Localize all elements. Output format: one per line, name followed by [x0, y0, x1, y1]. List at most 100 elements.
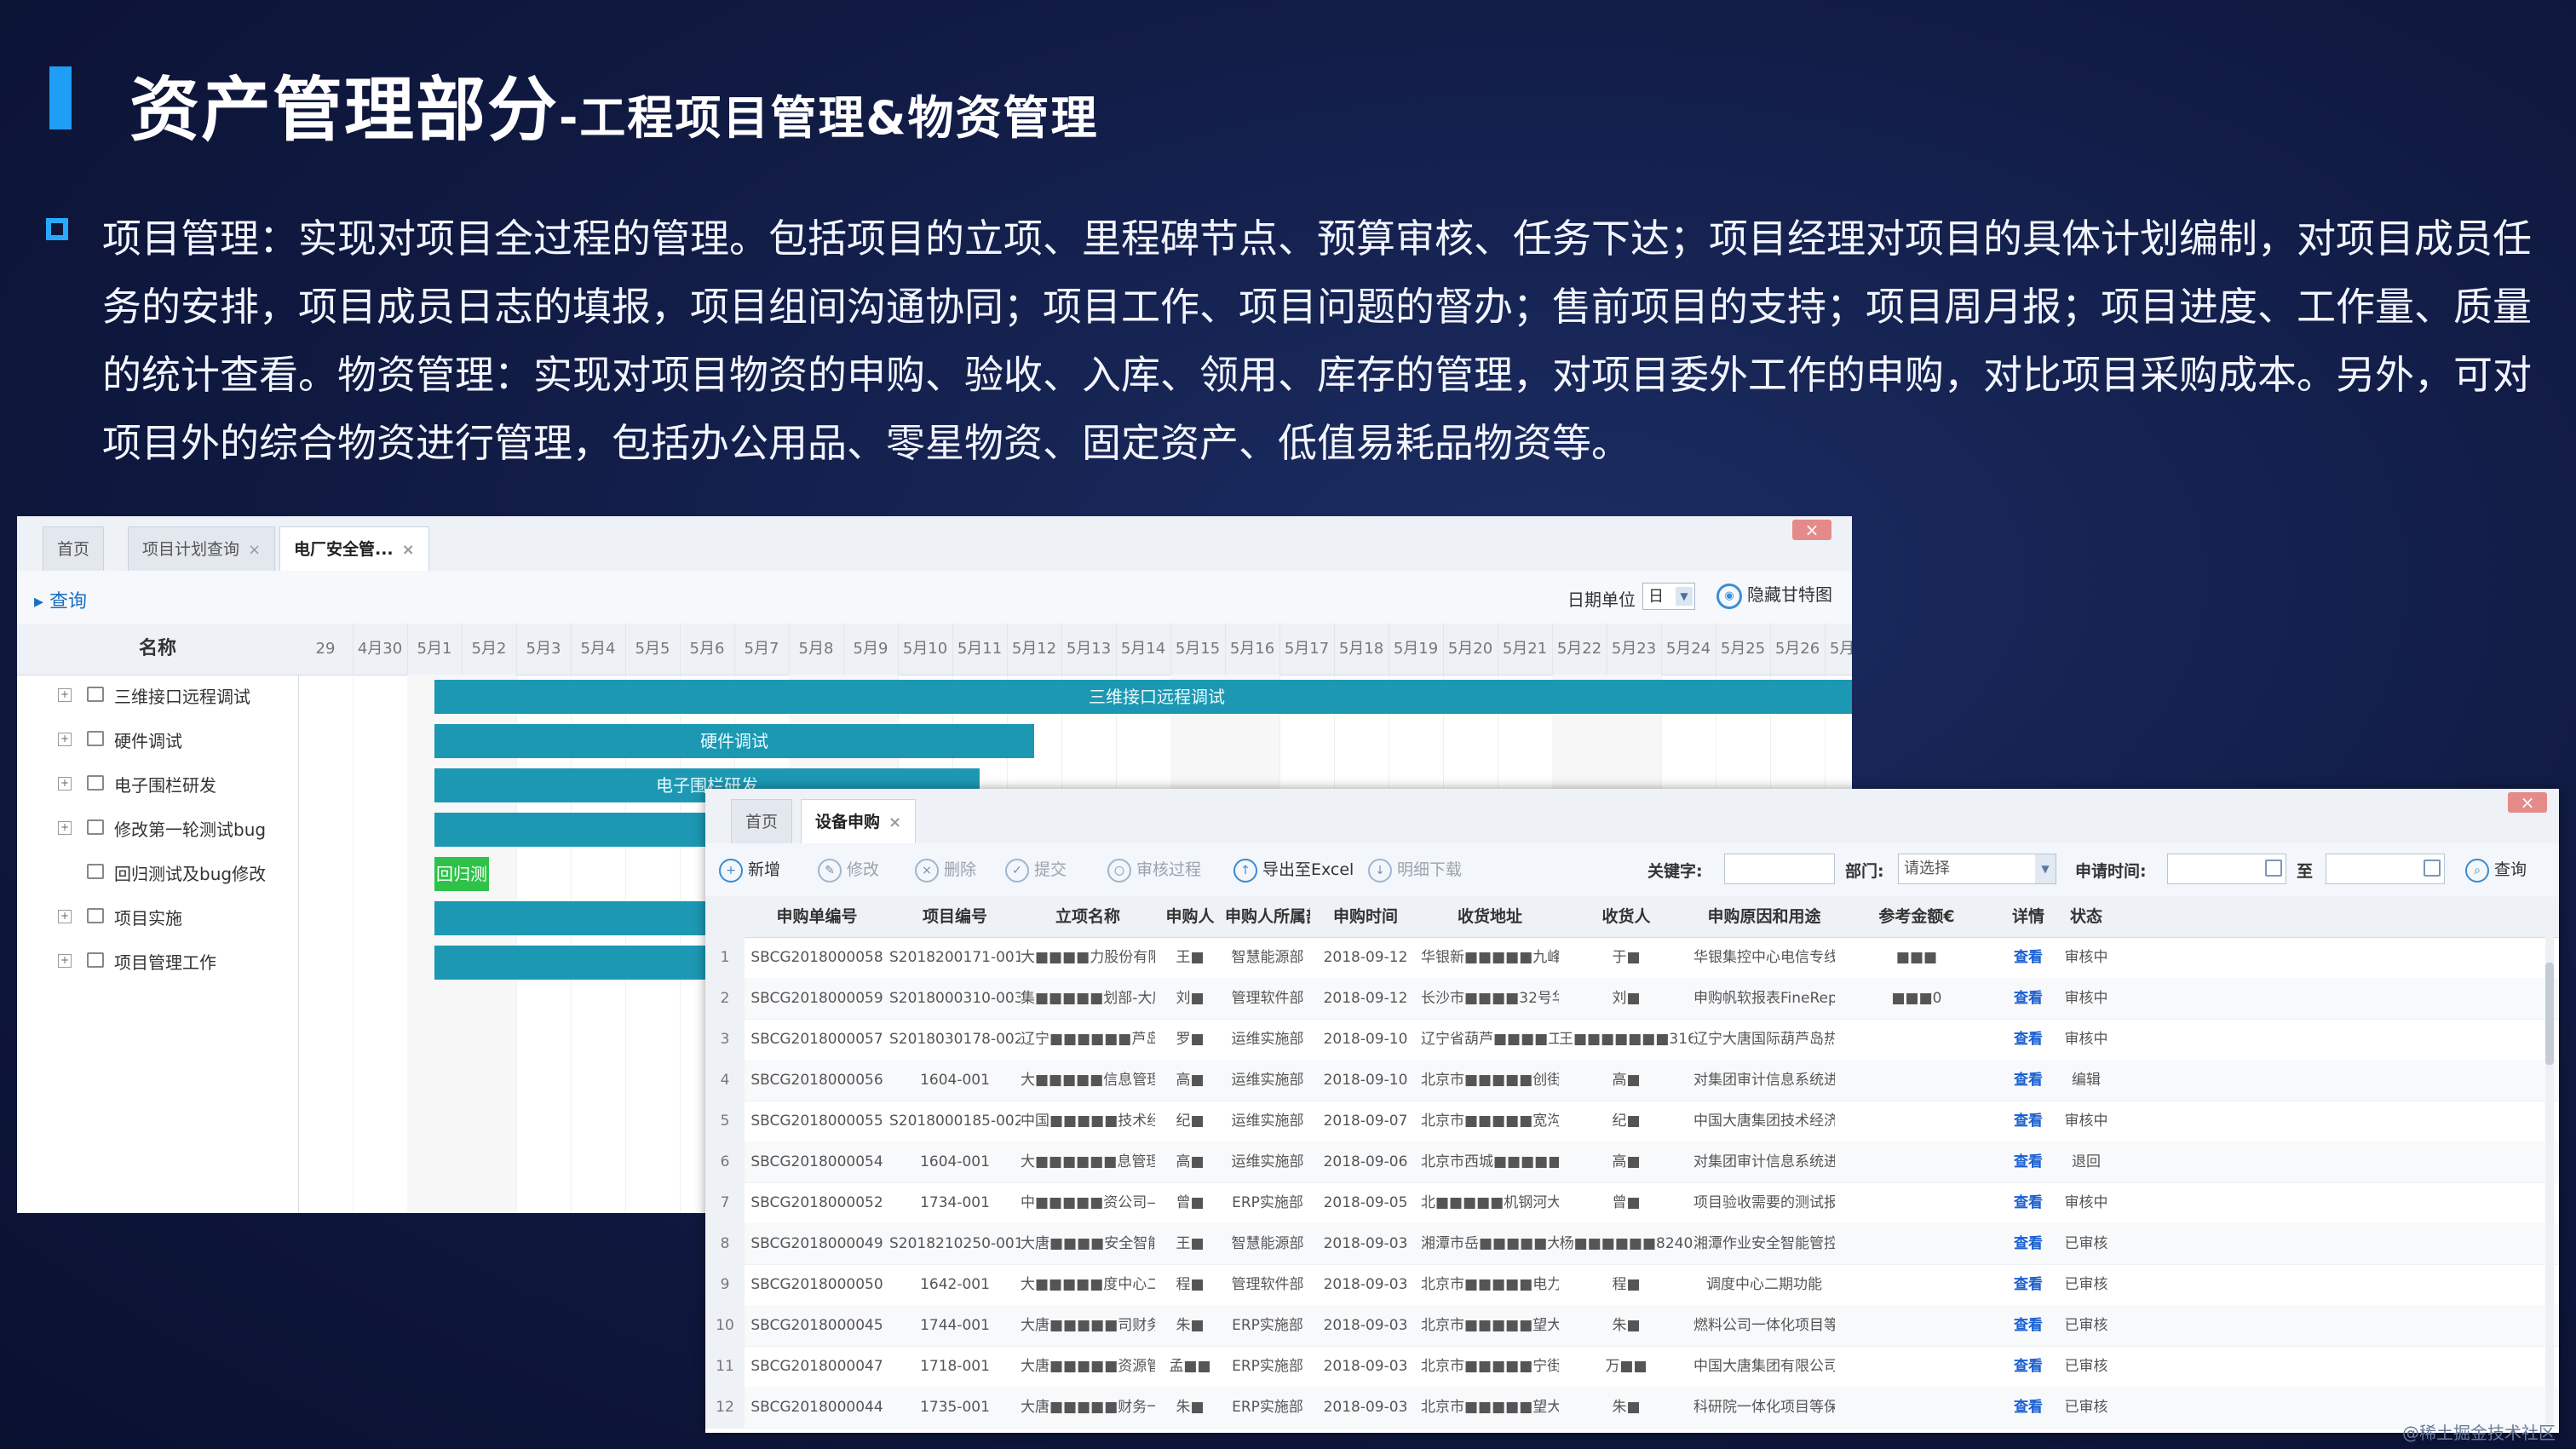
table-row[interactable]: 9 SBCG2018000050 1642-001 大■■■■■度中心二… 程■ 管理软件… — [705, 1264, 2559, 1306]
date-header: 29 4月30 5月1 5月2 5月3 5月4 5月5 5月6 5月7 5月8 5月9 5月10 5月1… — [298, 624, 1852, 676]
column-header[interactable]: 详情 — [1998, 896, 2058, 937]
date-header-cell: 5月12 — [1007, 624, 1062, 675]
expand-icon[interactable]: + — [58, 688, 72, 702]
table-row[interactable]: 12 SBCG2018000044 1735-001 大唐■■■■■财务一体… 朱■ ER… — [705, 1387, 2559, 1429]
tab-project-plan-query[interactable]: 项目计划查询 × — [128, 526, 276, 571]
expand-icon[interactable]: + — [58, 733, 72, 746]
date-unit-select[interactable]: 日 ▼ — [1642, 583, 1695, 610]
close-icon[interactable]: × — [248, 541, 261, 559]
view-details-link[interactable]: 查看 — [1998, 1387, 2058, 1428]
view-details-link[interactable]: 查看 — [1998, 1019, 2058, 1060]
toolbar-button-6[interactable]: ↓ 明细下载 — [1368, 857, 1462, 883]
toolbar-button-3[interactable]: ✓ 提交 — [1005, 857, 1067, 883]
column-header[interactable] — [705, 896, 745, 937]
department-select[interactable]: 请选择 ▼ — [1898, 854, 2056, 884]
expand-icon[interactable]: + — [58, 777, 72, 791]
calendar-icon[interactable] — [2424, 860, 2441, 877]
table-row[interactable]: 7 SBCG2018000052 1734-001 中■■■■■资公司—… 曾■ ERP实… — [705, 1182, 2559, 1224]
toolbar-button-1[interactable]: ✎ 修改 — [818, 857, 879, 883]
task-label: 项目管理工作 — [114, 952, 216, 973]
date-header-cell: 5月13 — [1061, 624, 1117, 675]
table-row[interactable]: 1 SBCG2018000058 S2018200171-001 大■■■■力股份有限… — [705, 937, 2559, 979]
view-details-link[interactable]: 查看 — [1998, 978, 2058, 1019]
gantt-bar[interactable]: 三维接口远程调试 — [434, 680, 1852, 714]
view-details-link[interactable]: 查看 — [1998, 1305, 2058, 1346]
title-sub: -工程项目管理&物资管理 — [559, 91, 1099, 145]
tab-home[interactable]: 首页 — [43, 526, 105, 571]
tab-plant-safety[interactable]: 电厂安全管... × — [279, 526, 429, 571]
column-header[interactable]: 申购单编号 — [745, 896, 889, 937]
task-row[interactable]: + 项目实施 — [17, 896, 298, 940]
table-cell: 北京市■■■■■电力研科… — [1421, 1276, 1559, 1293]
table-row[interactable]: 3 SBCG2018000057 S2018030178-002 辽宁■■■■■■芦岛… — [705, 1019, 2559, 1061]
task-row[interactable]: + 硬件调试 — [17, 719, 298, 763]
gantt-bar[interactable]: 回归测 — [434, 857, 489, 891]
task-label: 三维接口远程调试 — [114, 687, 250, 707]
table-cell: S2018200171-001 — [889, 949, 1021, 966]
task-row[interactable]: 回归测试及bug修改 — [17, 852, 298, 896]
task-row[interactable]: + 电子围栏研发 — [17, 763, 298, 808]
search-button[interactable]: ⌕ 查询 — [2465, 857, 2527, 883]
view-details-link[interactable]: 查看 — [1998, 1060, 2058, 1101]
window-close-icon[interactable]: × — [1792, 520, 1831, 540]
toolbar-button-2[interactable]: × 删除 — [915, 857, 976, 883]
column-header[interactable]: 申购时间 — [1310, 896, 1421, 937]
table-row[interactable]: 10 SBCG2018000045 1744-001 大唐■■■■■司财务与… 朱■ ER… — [705, 1305, 2559, 1347]
task-row[interactable]: + 修改第一轮测试bug — [17, 808, 298, 852]
table-cell: 华银新■■■■■九峰… — [1421, 949, 1559, 966]
gantt-bar[interactable]: 硬件调试 — [434, 724, 1034, 758]
column-header[interactable]: 项目编号 — [889, 896, 1021, 937]
keyword-input[interactable] — [1724, 854, 1835, 884]
view-details-link[interactable]: 查看 — [1998, 1101, 2058, 1141]
column-header[interactable]: 收货人 — [1559, 896, 1693, 937]
expand-icon[interactable]: + — [58, 910, 72, 923]
table-cell: 管理软件部 — [1231, 1276, 1304, 1293]
table-cell: 智慧能源部 — [1231, 949, 1304, 966]
column-header[interactable]: 申购人所属部门 — [1225, 896, 1310, 937]
column-header[interactable]: 申购原因和用途 — [1693, 896, 1835, 937]
table-cell — [1835, 1346, 1998, 1387]
hide-gantt-button[interactable]: ◉ 隐藏甘特图 — [1716, 581, 1832, 609]
view-details-link[interactable]: 查看 — [1998, 1182, 2058, 1223]
expand-icon[interactable]: + — [58, 954, 72, 968]
close-icon[interactable]: × — [888, 814, 901, 831]
table-cell: 集■■■■■划部-大唐集团… — [1021, 990, 1155, 1007]
table-row[interactable]: 4 SBCG2018000056 1604-001 大■■■■■信息管理系… 高■ 运维实… — [705, 1060, 2559, 1101]
end-date-input[interactable] — [2326, 854, 2445, 884]
toolbar-button-5[interactable]: ↑ 导出至Excel — [1233, 857, 1354, 883]
scrollbar-thumb[interactable] — [2545, 963, 2554, 1065]
view-details-link[interactable]: 查看 — [1998, 937, 2058, 978]
view-details-link[interactable]: 查看 — [1998, 1223, 2058, 1264]
column-header[interactable]: 收货地址 — [1421, 896, 1559, 937]
table-row[interactable]: 11 SBCG2018000047 1718-001 大唐■■■■■资源管理系… 孟■■… — [705, 1346, 2559, 1388]
column-header[interactable]: 申购人 — [1155, 896, 1225, 937]
view-details-link[interactable]: 查看 — [1998, 1264, 2058, 1305]
folder-icon — [87, 908, 104, 923]
table-row[interactable]: 5 SBCG2018000055 S2018000185-002 中国■■■■■技术经… — [705, 1101, 2559, 1142]
window-close-icon[interactable]: × — [2508, 792, 2547, 813]
table-row[interactable]: 6 SBCG2018000054 1604-001 大■■■■■■息管理系… 高■ 运维实… — [705, 1141, 2559, 1183]
column-header[interactable]: 立项名称 — [1021, 896, 1155, 937]
toolbar-icon: ✎ — [818, 858, 842, 883]
tab-equipment-purchase[interactable]: 设备申购 × — [801, 799, 917, 843]
tab-home[interactable]: 首页 — [731, 799, 793, 843]
vertical-scrollbar[interactable] — [2545, 937, 2554, 1424]
column-header[interactable]: 状态 — [2058, 896, 2114, 937]
table-row[interactable]: 8 SBCG2018000049 S2018210250-001 大唐■■■■安全智能… — [705, 1223, 2559, 1265]
table-cell: SBCG2018000044 — [750, 1399, 883, 1416]
close-icon[interactable]: × — [402, 541, 415, 559]
view-details-link[interactable]: 查看 — [1998, 1346, 2058, 1387]
table-cell: 纪■ — [1612, 1113, 1641, 1130]
table-row[interactable]: 2 SBCG2018000059 S2018000310-003 集■■■■■划部-大… — [705, 978, 2559, 1020]
column-header[interactable]: 参考金额€ — [1835, 896, 1998, 937]
task-row[interactable]: + 项目管理工作 — [17, 940, 298, 985]
toolbar-button-0[interactable]: + 新增 — [719, 857, 780, 883]
view-details-link[interactable]: 查看 — [1998, 1141, 2058, 1182]
query-link[interactable]: ▸ 查询 — [34, 586, 87, 613]
table-cell: 北京市■■■■■望大厦3楼… — [1421, 1399, 1559, 1416]
expand-icon[interactable]: + — [58, 821, 72, 835]
toolbar-button-4[interactable]: ○ 审核过程 — [1107, 857, 1201, 883]
task-row[interactable]: + 三维接口远程调试 — [17, 675, 298, 719]
start-date-input[interactable] — [2167, 854, 2286, 884]
calendar-icon[interactable] — [2265, 860, 2282, 877]
